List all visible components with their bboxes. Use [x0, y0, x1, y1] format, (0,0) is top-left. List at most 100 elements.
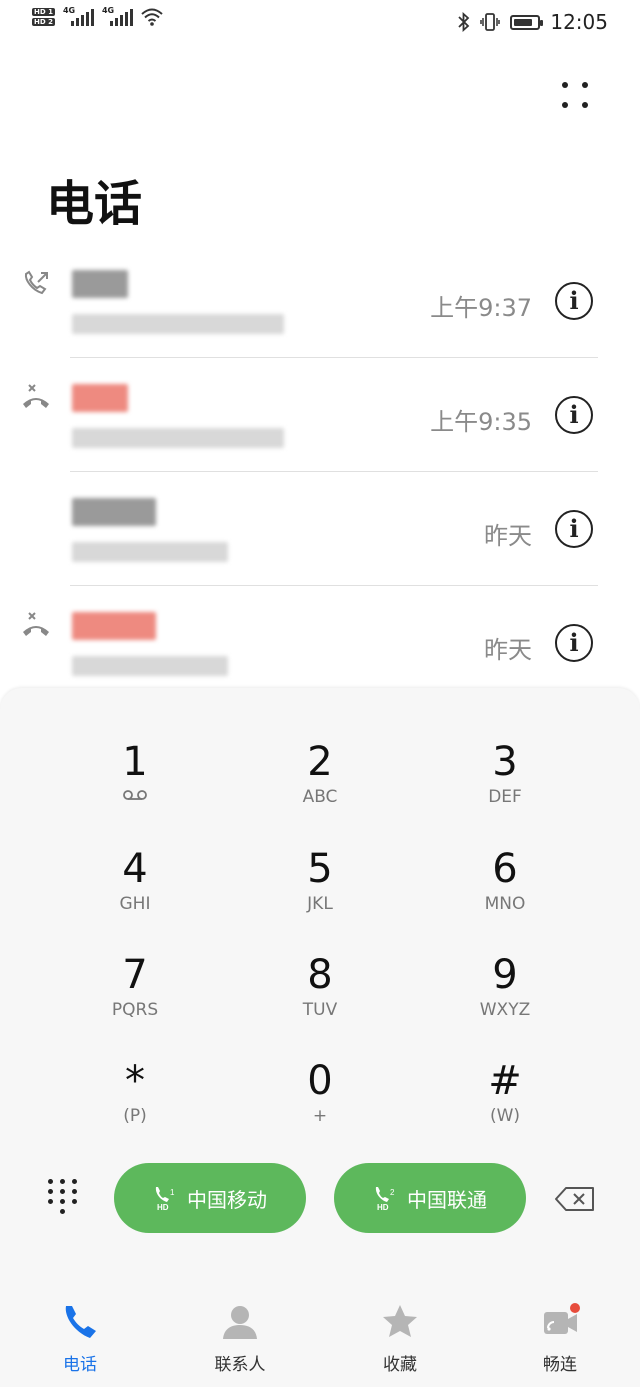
- call-detail-redacted: [72, 542, 228, 562]
- backspace-icon[interactable]: [554, 1186, 596, 1212]
- signal-icon-2: 4G: [101, 6, 133, 26]
- outgoing-call-icon: [24, 270, 48, 295]
- call-time: 昨天: [484, 522, 532, 550]
- notification-badge: [570, 1303, 580, 1313]
- contact-name-redacted: [72, 384, 128, 412]
- hd-call-sim2-icon: 2 HD: [375, 1187, 395, 1211]
- key-letters: (W): [489, 1106, 521, 1126]
- missed-call-icon: [23, 612, 49, 636]
- call-log-row[interactable]: 昨天 i: [0, 586, 640, 700]
- sim2-indicator: HD 2: [32, 18, 55, 26]
- hd-call-sim1-icon: 1 HD: [155, 1187, 175, 1211]
- nav-label: 收藏: [383, 1355, 417, 1375]
- call-time: 上午9:35: [430, 408, 532, 436]
- call-time: 上午9:37: [430, 294, 532, 322]
- nav-tab-favorites[interactable]: 收藏: [340, 1302, 460, 1375]
- contact-name-redacted: [72, 270, 128, 298]
- network-type-2: 4G: [101, 6, 115, 15]
- key-letters: MNO: [484, 894, 526, 914]
- key-letters: DEF: [488, 787, 522, 807]
- key-letters: GHI: [119, 894, 151, 914]
- contact-name-redacted: [72, 612, 156, 640]
- voicemail-icon: [123, 790, 147, 800]
- key-digit: 7: [122, 952, 148, 998]
- status-time: 12:05: [550, 10, 608, 34]
- dial-key-2[interactable]: 2 ABC: [235, 738, 405, 838]
- call-detail-redacted: [72, 428, 284, 448]
- call-button-sim2[interactable]: 2 HD 中国联通: [334, 1163, 526, 1233]
- sim1-indicator: HD 1: [32, 8, 55, 16]
- contacts-icon: [223, 1306, 257, 1339]
- key-digit: 8: [307, 952, 333, 998]
- contact-name-redacted: [72, 498, 156, 526]
- dial-key-0[interactable]: 0 +: [235, 1057, 405, 1157]
- dialpad-toggle-icon[interactable]: [46, 1177, 80, 1217]
- info-icon[interactable]: i: [555, 282, 593, 320]
- nav-label: 畅连: [543, 1355, 577, 1375]
- key-letters: TUV: [302, 1000, 338, 1020]
- key-letters: ABC: [302, 787, 338, 807]
- dial-key-star[interactable]: * (P): [50, 1057, 220, 1157]
- sim-indicators: HD 1 HD 2: [32, 8, 55, 26]
- key-digit: 6: [492, 846, 518, 892]
- key-letters: +: [312, 1106, 328, 1126]
- hd-badge: HD: [157, 1203, 169, 1211]
- call-button-sim1[interactable]: 1 HD 中国移动: [114, 1163, 306, 1233]
- key-digit: 3: [492, 739, 518, 785]
- key-digit: 1: [122, 739, 148, 785]
- key-letters: WXYZ: [479, 1000, 531, 1020]
- network-type: 4G: [62, 6, 76, 15]
- info-icon[interactable]: i: [555, 396, 593, 434]
- call-detail-redacted: [72, 656, 228, 676]
- key-digit: 5: [307, 846, 333, 892]
- dial-key-6[interactable]: 6 MNO: [420, 845, 590, 945]
- dial-key-3[interactable]: 3 DEF: [420, 738, 590, 838]
- missed-call-icon: [23, 384, 49, 408]
- dial-key-hash[interactable]: # (W): [420, 1057, 590, 1157]
- key-digit: 9: [492, 952, 518, 998]
- page-title: 电话: [46, 176, 143, 232]
- phone-icon: [65, 1306, 96, 1338]
- carrier-label: 中国联通: [407, 1187, 487, 1212]
- call-log-row[interactable]: 上午9:37 i: [0, 244, 640, 358]
- carrier-label: 中国移动: [187, 1187, 267, 1212]
- vibrate-icon: [480, 13, 501, 31]
- dial-key-5[interactable]: 5 JKL: [235, 845, 405, 945]
- nav-tab-phone[interactable]: 电话: [20, 1302, 140, 1375]
- dial-key-4[interactable]: 4 GHI: [50, 845, 220, 945]
- nav-tab-meetime[interactable]: 畅连: [500, 1302, 620, 1375]
- call-log-row[interactable]: 昨天 i: [0, 472, 640, 586]
- signal-icon: 4G: [62, 6, 94, 26]
- call-time: 昨天: [484, 636, 532, 664]
- dial-key-9[interactable]: 9 WXYZ: [420, 951, 590, 1051]
- nav-label: 联系人: [214, 1355, 266, 1375]
- info-icon[interactable]: i: [555, 624, 593, 662]
- star-icon: [383, 1305, 417, 1337]
- bluetooth-icon: [458, 12, 470, 32]
- key-digit: 4: [122, 846, 148, 892]
- key-letters: PQRS: [111, 1000, 159, 1020]
- sim-number: 2: [390, 1188, 395, 1197]
- bottom-nav: 电话 联系人 收藏 畅连: [0, 1288, 640, 1387]
- call-detail-redacted: [72, 314, 284, 334]
- status-bar: HD 1 HD 2 4G 4G 12:05: [0, 0, 640, 44]
- key-digit: 0: [307, 1058, 333, 1104]
- nav-label: 电话: [63, 1355, 97, 1375]
- wifi-icon: [141, 8, 163, 26]
- sim-number: 1: [170, 1188, 175, 1197]
- key-digit: 2: [307, 739, 333, 785]
- info-icon[interactable]: i: [555, 510, 593, 548]
- key-digit: #: [488, 1058, 522, 1104]
- battery-icon: [510, 14, 544, 30]
- call-log-row[interactable]: 上午9:35 i: [0, 358, 640, 472]
- key-letters: JKL: [307, 894, 333, 914]
- dial-key-1[interactable]: 1: [50, 738, 220, 838]
- dial-key-8[interactable]: 8 TUV: [235, 951, 405, 1051]
- nav-tab-contacts[interactable]: 联系人: [180, 1302, 300, 1375]
- key-letters: (P): [123, 1106, 147, 1126]
- more-options-icon[interactable]: [558, 78, 592, 112]
- dial-key-7[interactable]: 7 PQRS: [50, 951, 220, 1051]
- hd-badge: HD: [377, 1203, 389, 1211]
- key-digit: *: [125, 1058, 145, 1104]
- video-call-icon: [544, 1303, 580, 1334]
